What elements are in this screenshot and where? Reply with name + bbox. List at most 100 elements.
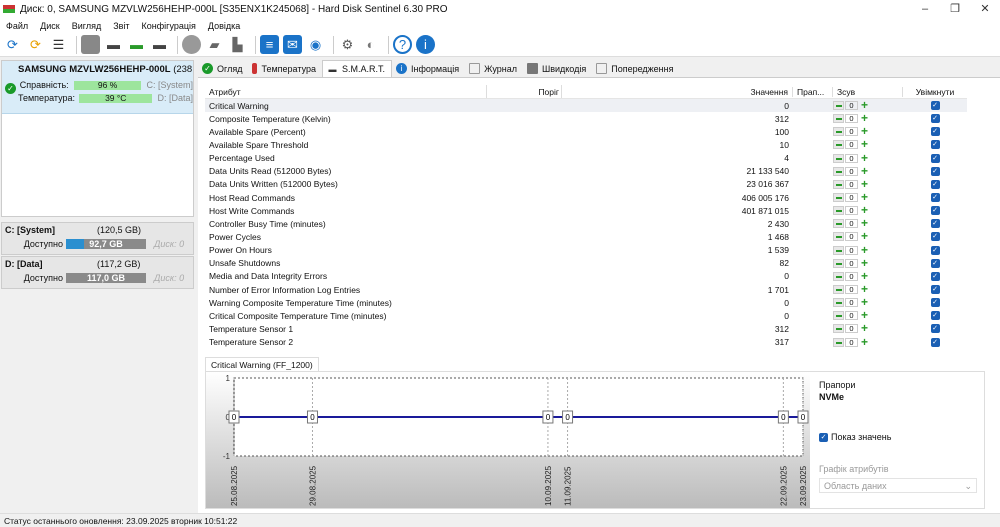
offset-stepper[interactable]: 0 + [833, 112, 903, 124]
offset-stepper[interactable]: 0 + [833, 191, 903, 203]
offset-value[interactable]: 0 [845, 337, 858, 347]
enabled-checkbox[interactable]: ✓ [930, 245, 940, 255]
gear-icon[interactable]: ⚙ [338, 35, 357, 54]
table-row[interactable]: Warning Composite Temperature Time (minu… [205, 296, 967, 309]
enabled-checkbox[interactable]: ✓ [930, 324, 940, 334]
offset-stepper[interactable]: 0 + [833, 296, 903, 308]
table-row[interactable]: Host Write Commands 401 871 015 0 + ✓ [205, 204, 967, 217]
offset-stepper[interactable]: 0 + [833, 99, 903, 111]
offset-stepper[interactable]: 0 + [833, 309, 903, 321]
offset-stepper[interactable]: 0 + [833, 138, 903, 150]
col-flags[interactable]: Прап... [793, 86, 833, 97]
tab-smart[interactable]: ▬ S.M.A.R.T. [321, 60, 392, 77]
graph-tab[interactable]: Critical Warning (FF_1200) [205, 357, 319, 372]
plus-icon[interactable]: + [859, 230, 870, 242]
enabled-checkbox[interactable]: ✓ [930, 337, 940, 347]
minimize-button[interactable]: – [910, 0, 940, 18]
table-row[interactable]: Power On Hours 1 539 0 + ✓ [205, 244, 967, 257]
plus-icon[interactable]: + [859, 257, 870, 269]
minus-icon[interactable] [833, 206, 844, 216]
report-icon[interactable]: ≡ [260, 35, 279, 54]
table-row[interactable]: Controller Busy Time (minutes) 2 430 0 + ✓ [205, 217, 967, 230]
table-row[interactable]: Percentage Used 4 0 + ✓ [205, 152, 967, 165]
offset-stepper[interactable]: 0 + [833, 217, 903, 229]
menu-report[interactable]: Звіт [113, 21, 129, 31]
plus-icon[interactable]: + [859, 270, 870, 282]
enabled-checkbox[interactable]: ✓ [930, 127, 940, 137]
minus-icon[interactable] [833, 324, 844, 334]
plus-icon[interactable]: + [859, 309, 870, 321]
offset-value[interactable]: 0 [845, 245, 858, 255]
table-row[interactable]: Number of Error Information Log Entries 1… [205, 283, 967, 296]
minus-icon[interactable] [833, 258, 844, 268]
offset-value[interactable]: 0 [845, 311, 858, 321]
minus-icon[interactable] [833, 140, 844, 150]
disk-item[interactable]: SAMSUNG MZVLW256HEHP-000L (238,5 GB) ✓ С… [2, 61, 193, 114]
minus-icon[interactable] [833, 219, 844, 229]
minus-icon[interactable] [833, 153, 844, 163]
enabled-checkbox[interactable]: ✓ [930, 271, 940, 281]
offset-value[interactable]: 0 [845, 140, 858, 150]
table-row[interactable]: Available Spare (Percent) 100 0 + ✓ [205, 125, 967, 138]
tab-info[interactable]: i Інформація [392, 60, 465, 77]
enabled-checkbox[interactable]: ✓ [930, 311, 940, 321]
minus-icon[interactable] [833, 298, 844, 308]
enabled-checkbox[interactable]: ✓ [930, 219, 940, 229]
minus-icon[interactable] [833, 101, 844, 111]
offset-stepper[interactable]: 0 + [833, 336, 903, 348]
disk-check-icon[interactable]: ▬ [127, 35, 146, 54]
minus-icon[interactable] [833, 166, 844, 176]
offset-value[interactable]: 0 [845, 206, 858, 216]
minus-icon[interactable] [833, 245, 844, 255]
plus-icon[interactable]: + [859, 165, 870, 177]
enabled-checkbox[interactable]: ✓ [930, 114, 940, 124]
offset-value[interactable]: 0 [845, 219, 858, 229]
offset-value[interactable]: 0 [845, 101, 858, 111]
tab-log[interactable]: Журнал [465, 60, 523, 77]
table-row[interactable]: Critical Warning 0 0 + ✓ [205, 99, 967, 113]
table-row[interactable]: Temperature Sensor 1 312 0 + ✓ [205, 322, 967, 335]
offset-value[interactable]: 0 [845, 324, 858, 334]
offset-value[interactable]: 0 [845, 298, 858, 308]
show-values-checkbox[interactable]: ✓ Показ значень [819, 432, 979, 442]
col-threshold[interactable]: Поріг [487, 85, 562, 98]
offset-stepper[interactable]: 0 + [833, 125, 903, 137]
offset-stepper[interactable]: 0 + [833, 152, 903, 164]
col-offset[interactable]: Зсув [833, 86, 903, 97]
enabled-checkbox[interactable]: ✓ [930, 153, 940, 163]
plus-icon[interactable]: + [859, 204, 870, 216]
table-row[interactable]: Unsafe Shutdowns 82 0 + ✓ [205, 257, 967, 270]
offset-value[interactable]: 0 [845, 127, 858, 137]
menu-view[interactable]: Вигляд [72, 21, 102, 31]
help-icon[interactable]: ? [393, 35, 412, 54]
partition-c[interactable]: C: [System] (120,5 GB) Доступно 92,7 GB Дис… [1, 222, 194, 255]
tab-overview[interactable]: ✓ Огляд [198, 60, 248, 77]
minus-icon[interactable] [833, 193, 844, 203]
plus-icon[interactable]: + [859, 125, 870, 137]
plus-icon[interactable]: + [859, 322, 870, 334]
offset-stepper[interactable]: 0 + [833, 270, 903, 282]
minus-icon[interactable] [833, 114, 844, 124]
menu-config[interactable]: Конфігурація [142, 21, 196, 31]
col-value[interactable]: Значення [562, 86, 793, 97]
offset-stepper[interactable]: 0 + [833, 283, 903, 295]
table-row[interactable]: Data Units Read (512000 Bytes) 21 133 540… [205, 165, 967, 178]
offset-stepper[interactable]: 0 + [833, 244, 903, 256]
offset-value[interactable]: 0 [845, 271, 858, 281]
plus-icon[interactable]: + [859, 244, 870, 256]
enabled-checkbox[interactable]: ✓ [930, 258, 940, 268]
data-area-select[interactable]: Область даних ⌄ [819, 478, 977, 493]
col-enabled[interactable]: Увімкнути [903, 87, 967, 97]
minus-icon[interactable] [833, 337, 844, 347]
mail-icon[interactable]: ✉ [283, 35, 302, 54]
table-row[interactable]: Power Cycles 1 468 0 + ✓ [205, 230, 967, 243]
offset-stepper[interactable]: 0 + [833, 178, 903, 190]
disk-schedule-icon[interactable]: ▬ [104, 35, 123, 54]
close-button[interactable]: ✕ [970, 0, 1000, 18]
offset-stepper[interactable]: 0 + [833, 257, 903, 269]
plus-icon[interactable]: + [859, 336, 870, 348]
minus-icon[interactable] [833, 311, 844, 321]
plus-icon[interactable]: + [859, 99, 870, 111]
info-icon[interactable]: i [416, 35, 435, 54]
table-row[interactable]: Composite Temperature (Kelvin) 312 0 + ✓ [205, 112, 967, 125]
